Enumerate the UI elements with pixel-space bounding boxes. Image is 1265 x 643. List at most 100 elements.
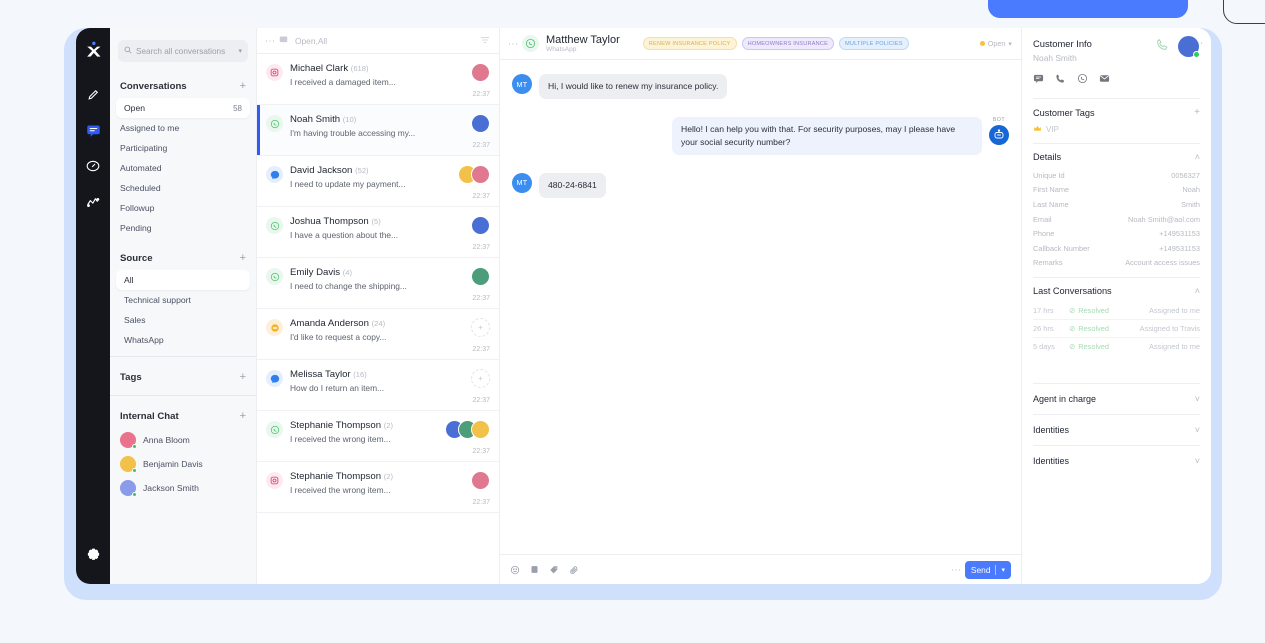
chat-tag[interactable]: RENEW INSURANCE POLICY [642, 37, 737, 50]
conversation-row[interactable]: Joshua Thompson (5) I have a question ab… [257, 207, 499, 258]
details-header[interactable]: Details ˄ [1033, 143, 1200, 168]
add-source-button[interactable]: + [240, 252, 246, 264]
chevron-down-icon[interactable]: ▾ [1001, 566, 1005, 574]
conversation-row[interactable]: David Jackson (52) I need to update my p… [257, 156, 499, 207]
email-icon[interactable] [1099, 71, 1110, 89]
conversation-row[interactable]: Stephanie Thompson (2) I received the wr… [257, 411, 499, 462]
participant-avatars [471, 216, 490, 235]
bot-avatar-icon [989, 124, 1009, 145]
sidebar-item-source-sales[interactable]: Sales [110, 310, 256, 330]
phone-icon[interactable] [1055, 71, 1066, 89]
chevron-up-icon[interactable]: ˄ [1195, 152, 1200, 162]
sidebar-item-followup[interactable]: Followup [110, 198, 256, 218]
add-tag-button[interactable]: + [240, 371, 246, 383]
last-conversation-row[interactable]: 17 hrs ⊘ Resolved Assigned to me [1033, 302, 1200, 321]
sidebar-item-automated[interactable]: Automated [110, 158, 256, 178]
resolved-icon: ⊘ [1069, 324, 1076, 334]
sidebar-item-source-whatsapp[interactable]: WhatsApp [110, 330, 256, 350]
sidebar-item-source-technical-support[interactable]: Technical support [110, 290, 256, 310]
section-label: Agent in charge [1033, 394, 1097, 405]
internal-chat-user[interactable]: Benjamin Davis [110, 452, 256, 476]
add-customer-tag-button[interactable]: + [1194, 107, 1200, 118]
chevron-down-icon[interactable]: ▾ [238, 47, 242, 55]
chat-icon[interactable] [1033, 71, 1044, 89]
last-conversation-row[interactable]: 26 hrs ⊘ Resolved Assigned to Travis [1033, 320, 1200, 339]
tags-title: Tags [120, 371, 142, 383]
customer-tag-vip[interactable]: VIP [1033, 124, 1200, 143]
status-dropdown[interactable]: Open ▾ [979, 39, 1012, 48]
last-conversation-row[interactable]: 5 days ⊘ Resolved Assigned to me [1033, 338, 1200, 355]
agent-in-charge-section[interactable]: Agent in charge ˅ [1033, 383, 1200, 414]
more-options-icon[interactable]: ⋮ [507, 39, 518, 49]
search-input[interactable]: Search all conversations ▾ [118, 40, 248, 62]
user-avatar[interactable] [1178, 36, 1200, 58]
conversation-assignee: Assigned to Travis [1139, 324, 1200, 334]
detail-key: Phone [1033, 229, 1055, 239]
call-icon[interactable] [1156, 38, 1169, 56]
whatsapp-icon[interactable] [1077, 71, 1088, 89]
add-internal-chat-button[interactable]: + [240, 410, 246, 422]
conversation-row[interactable]: Melissa Taylor (16) How do I return an i… [257, 360, 499, 411]
analytics-icon[interactable] [80, 189, 106, 215]
chevron-down-icon[interactable]: ˅ [1195, 425, 1200, 435]
compose-icon[interactable] [80, 81, 106, 107]
filter-icon[interactable] [480, 35, 490, 47]
chevron-down-icon[interactable]: ˅ [1195, 456, 1200, 466]
folder-label: Participating [120, 143, 168, 153]
detail-value: Account access issues [1125, 258, 1200, 268]
search-icon [124, 46, 132, 56]
app-header-right [1156, 36, 1200, 58]
add-participant-button[interactable]: + [471, 318, 490, 337]
dashboard-icon[interactable] [80, 153, 106, 179]
internal-chat-title: Internal Chat [120, 410, 179, 422]
internal-chat-user[interactable]: Jackson Smith [110, 476, 256, 500]
send-button[interactable]: Send ▾ [964, 560, 1011, 579]
add-conversation-button[interactable]: + [240, 80, 246, 92]
conversation-list-header: ⋮ Open,All [257, 28, 499, 54]
canned-response-icon[interactable] [530, 565, 539, 574]
x-logo-icon [83, 40, 103, 65]
panel-title: Customer Info [1033, 38, 1092, 49]
sidebar-item-pending[interactable]: Pending [110, 218, 256, 238]
avatar [120, 456, 137, 473]
chat-tag[interactable]: HOMEOWNERS INSURANCE [741, 37, 835, 50]
conversations-icon[interactable] [80, 117, 106, 143]
last-conversations-header[interactable]: Last Conversations ˄ [1033, 277, 1200, 302]
identities-section-2[interactable]: Identities ˅ [1033, 445, 1200, 476]
sidebar-item-open[interactable]: Open 58 [116, 98, 250, 118]
conversation-row[interactable]: Stephanie Thompson (2) I received the wr… [257, 462, 499, 513]
conversation-row[interactable]: Michael Clark (618) I received a damaged… [257, 54, 499, 105]
conversation-row[interactable]: Noah Smith (10) I'm having trouble acces… [257, 105, 499, 156]
conversation-row[interactable]: Amanda Anderson (24) I'd like to request… [257, 309, 499, 360]
source-title: Source [120, 252, 153, 264]
conversation-time: 22:37 [472, 193, 490, 200]
more-options-icon[interactable]: ⋮ [264, 36, 275, 46]
sidebar-item-source-all[interactable]: All [116, 270, 250, 290]
resolved-icon: ⊘ [1069, 306, 1076, 316]
chat-tag[interactable]: MULTIPLE POLICIES [839, 37, 909, 50]
conversation-status: ⊘ Resolved [1069, 324, 1110, 334]
sidebar-item-assigned-to-me[interactable]: Assigned to me [110, 118, 256, 138]
detail-key: Remarks [1033, 258, 1063, 268]
conversation-preview: I'm having trouble accessing my... [290, 128, 416, 138]
identities-section[interactable]: Identities ˅ [1033, 414, 1200, 445]
avatar [120, 432, 137, 449]
chevron-down-icon: ▾ [1008, 39, 1012, 48]
add-participant-button[interactable]: + [471, 369, 490, 388]
customer-tags-header: Customer Tags + [1033, 98, 1200, 124]
section-label: Identities [1033, 456, 1070, 467]
conversation-preview: I have a question about the... [290, 230, 399, 240]
emoji-icon[interactable] [510, 565, 520, 575]
settings-icon[interactable] [86, 548, 101, 568]
internal-chat-user[interactable]: Anna Bloom [110, 428, 256, 452]
conversation-row[interactable]: Emily Davis (4) I need to change the shi… [257, 258, 499, 309]
sidebar-item-scheduled[interactable]: Scheduled [110, 178, 256, 198]
attachment-icon[interactable] [569, 565, 579, 575]
more-send-options-icon[interactable]: ⋮ [950, 565, 961, 575]
tag-icon[interactable] [549, 565, 559, 575]
left-sidebar: Search all conversations ▾ Conversations… [110, 28, 256, 584]
sidebar-item-participating[interactable]: Participating [110, 138, 256, 158]
chevron-down-icon[interactable]: ˅ [1195, 394, 1200, 404]
chevron-up-icon[interactable]: ˄ [1195, 286, 1200, 296]
conversation-name: Stephanie Thompson (2) [290, 420, 393, 431]
